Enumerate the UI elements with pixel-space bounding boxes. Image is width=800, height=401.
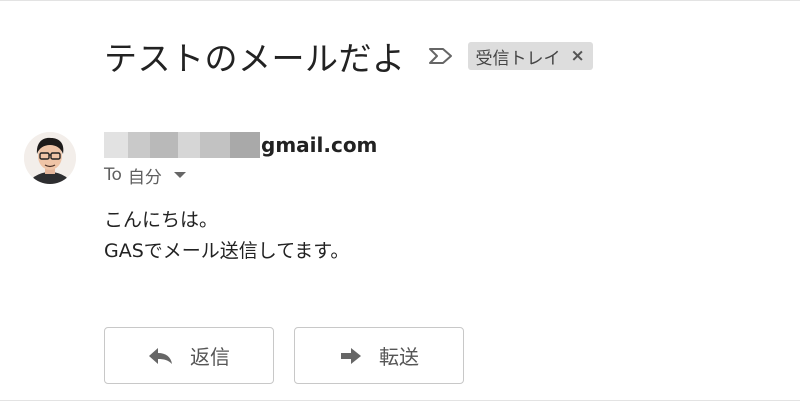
- reply-button-label: 返信: [190, 345, 230, 369]
- subject-row: テストのメールだよ 受信トレイ ×: [104, 34, 593, 78]
- reply-button[interactable]: 返信: [104, 327, 274, 384]
- inbox-label-chip: 受信トレイ ×: [467, 42, 593, 70]
- email-body: こんにちは。 GASでメール送信してます。: [104, 205, 349, 267]
- sender-email-domain: gmail.com: [261, 133, 378, 157]
- forward-arrow-icon: [339, 346, 363, 366]
- importance-marker-icon[interactable]: [428, 46, 454, 66]
- body-line: GASでメール送信してます。: [104, 240, 350, 262]
- forward-button-label: 転送: [379, 345, 419, 369]
- sender-avatar[interactable]: [24, 132, 76, 184]
- top-divider: [0, 0, 800, 1]
- sender-row: gmail.com: [104, 131, 377, 159]
- recipient-name: 自分: [127, 167, 162, 188]
- email-subject: テストのメールだよ: [104, 39, 406, 78]
- recipient-to-label: To: [104, 165, 122, 185]
- chevron-down-icon[interactable]: [173, 171, 186, 179]
- body-line: こんにちは。: [104, 209, 219, 231]
- recipient-details-toggle[interactable]: To 自分: [104, 163, 186, 188]
- forward-button[interactable]: 転送: [294, 327, 464, 384]
- reply-arrow-icon: [148, 346, 174, 366]
- label-chip-text: 受信トレイ: [475, 48, 561, 69]
- redacted-sender-address: [104, 132, 260, 158]
- remove-label-button[interactable]: ×: [571, 47, 585, 65]
